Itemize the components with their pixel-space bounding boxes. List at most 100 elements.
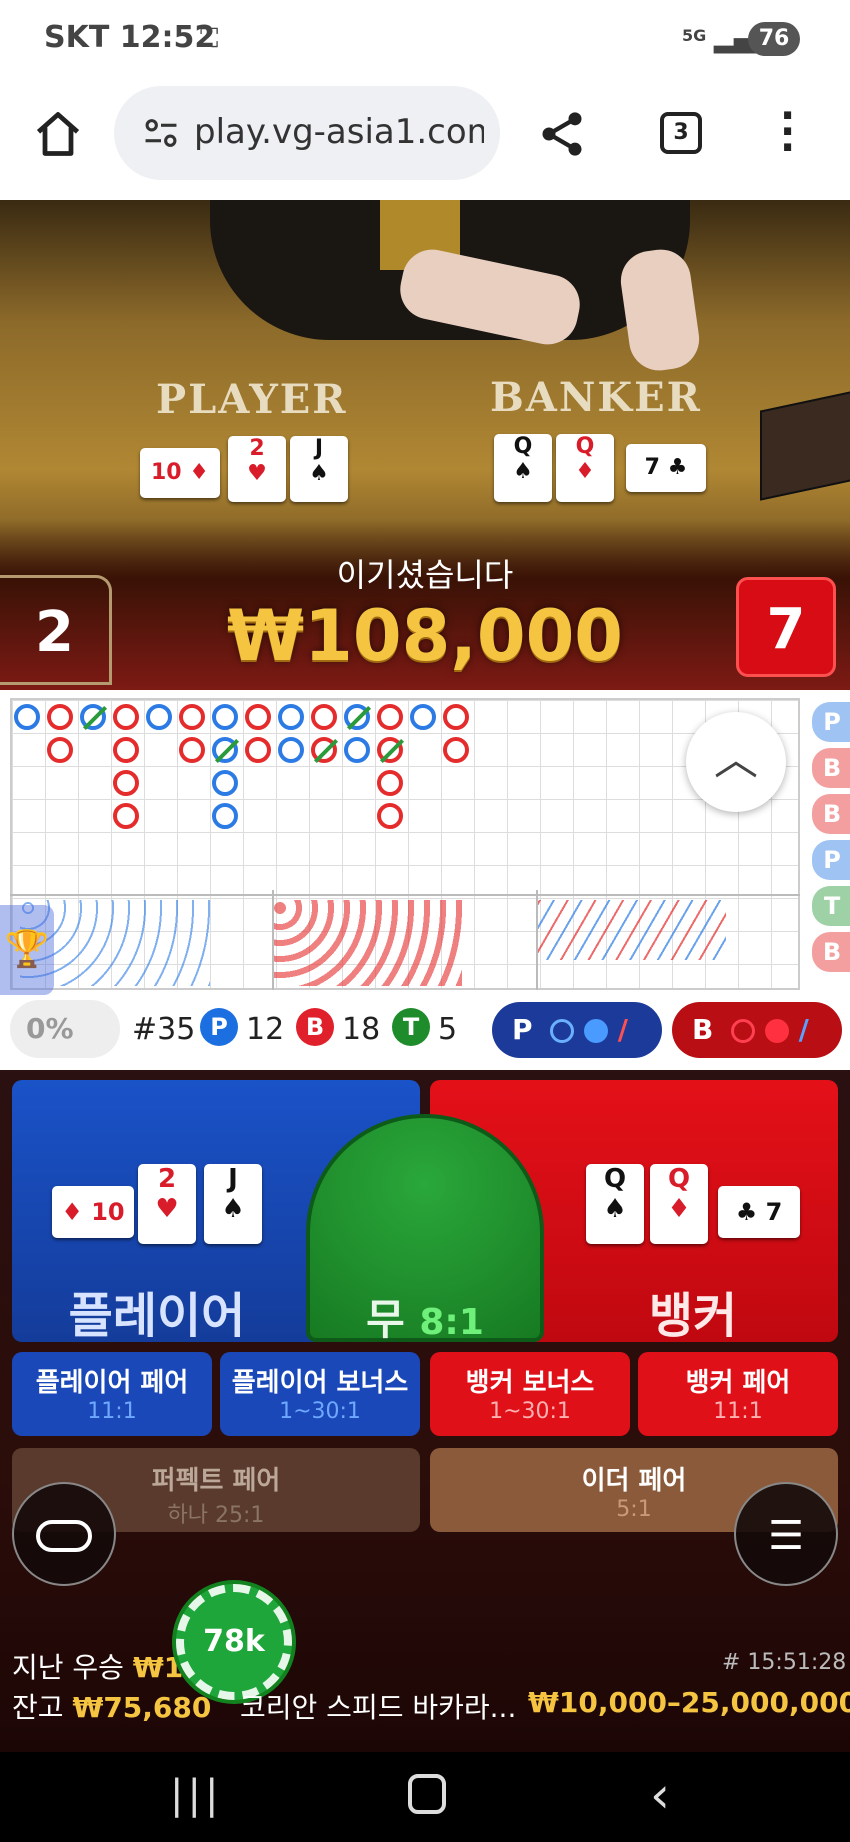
banker-score: 7 <box>736 577 836 677</box>
home-icon[interactable] <box>32 108 84 160</box>
bead-p <box>14 704 40 730</box>
table-name[interactable]: 코리안 스피드 바카라... <box>240 1686 516 1726</box>
chat-button[interactable] <box>12 1482 116 1586</box>
bead-b <box>377 770 403 796</box>
hamburger-icon: ☰ <box>768 1513 804 1559</box>
player-bet-label: 플레이어 <box>68 1288 246 1344</box>
bead-p <box>278 704 304 730</box>
tie-bet-spot[interactable]: 무 8:1 <box>306 1114 544 1344</box>
menu-button[interactable]: ☰ <box>734 1482 838 1586</box>
banker-bonus-bet[interactable]: 뱅커 보너스 1~30:1 <box>430 1352 630 1436</box>
round-number: #35 <box>132 1012 196 1047</box>
bead-b <box>311 704 337 730</box>
predict-slash-icon: / <box>798 1013 809 1046</box>
predict-dot-icon <box>764 1019 789 1043</box>
player-card-1: ♦ 10 <box>52 1186 134 1238</box>
side-label-b: B <box>812 748 850 788</box>
player-count: 12 <box>246 1012 285 1047</box>
roadmap-stats: 0% #35 P 12 B 18 T 5 P / B / <box>0 990 850 1060</box>
side-label-p: P <box>812 840 850 880</box>
small-road-3 <box>536 900 726 960</box>
share-icon[interactable] <box>536 108 588 160</box>
more-menu-icon[interactable]: · · · <box>780 96 795 168</box>
tab-switcher-button[interactable]: 3 <box>660 112 702 154</box>
bead-p <box>146 704 172 730</box>
browser-toolbar: play.vg-asia1.com 3 · · · <box>0 80 850 200</box>
home-nav-icon[interactable] <box>408 1774 446 1814</box>
bead-p <box>344 737 370 763</box>
bead-b <box>443 704 469 730</box>
bead-p <box>212 770 238 796</box>
predict-circle-icon <box>731 1019 756 1043</box>
betting-panel: ♦ 10 2 ♥ J ♠ 플레이어 Q ♠ Q ♦ ♣ 7 뱅커 무 8:1 플레이어 … <box>0 1070 850 1752</box>
bead-b <box>179 737 205 763</box>
last-win: 지난 우승 ₩1 <box>12 1651 184 1684</box>
bead-p <box>410 704 436 730</box>
trophy-icon[interactable]: 🏆 <box>0 905 54 995</box>
bead-b <box>113 704 139 730</box>
predict-slash-icon: / <box>617 1013 629 1046</box>
small-road-2 <box>272 900 462 986</box>
table-banker-card-1: Q ♠ <box>494 434 552 502</box>
player-bonus-bet[interactable]: 플레이어 보너스 1~30:1 <box>220 1352 420 1436</box>
roadmap-panel[interactable]: ︿ P B B P T B 🏆 0% #35 P 12 B 18 T 5 P /… <box>0 690 850 1070</box>
table-player-card-1: 10 ♦ <box>140 448 220 498</box>
bead-b <box>179 704 205 730</box>
banker-table-label: BANKER <box>490 374 702 421</box>
bead-p <box>278 737 304 763</box>
predict-player-button[interactable]: P / <box>492 1002 662 1058</box>
battery-indicator: 76 <box>748 22 800 56</box>
player-score: 2 <box>0 575 112 685</box>
back-icon[interactable]: ‹ <box>650 1766 670 1824</box>
site-settings-icon[interactable] <box>142 116 180 150</box>
predict-circle-icon <box>550 1019 575 1043</box>
bet-limits: ₩10,000–25,000,000 <box>528 1686 850 1719</box>
percent-indicator: 0% <box>10 1000 120 1058</box>
side-label-b: B <box>812 932 850 972</box>
screenshot-icon: ⛶ <box>200 24 219 54</box>
table-player-card-2: 2 ♥ <box>228 436 286 502</box>
chip-selector[interactable]: 78k <box>176 1584 292 1700</box>
bead-b <box>245 737 271 763</box>
side-label-p: P <box>812 702 850 742</box>
system-nav-bar: ||| ‹ <box>0 1752 850 1842</box>
banker-bet-label: 뱅커 <box>648 1288 738 1344</box>
bead-b <box>377 704 403 730</box>
predict-banker-button[interactable]: B / <box>672 1002 842 1058</box>
bead-b <box>377 803 403 829</box>
bead-p <box>212 704 238 730</box>
side-label-b: B <box>812 794 850 834</box>
table-banker-card-3: 7 ♣ <box>626 444 706 492</box>
url-text: play.vg-asia1.com <box>194 112 484 152</box>
banker-count: 18 <box>342 1012 381 1047</box>
win-amount: ₩108,000 <box>226 595 624 677</box>
table-player-card-3: J ♠ <box>290 436 348 502</box>
predict-dot-icon <box>584 1019 609 1043</box>
card-shoe <box>760 389 850 501</box>
banker-count-badge: B <box>296 1008 334 1046</box>
live-video: PLAYER BANKER 10 ♦ 2 ♥ J ♠ Q ♠ Q ♦ 7 ♣ 이기셨습니… <box>0 200 850 690</box>
bead-b <box>113 803 139 829</box>
recent-apps-icon[interactable]: ||| <box>170 1772 222 1818</box>
banker-card-1: Q ♠ <box>586 1164 644 1244</box>
bead-b <box>113 737 139 763</box>
side-label-t: T <box>812 886 850 926</box>
player-pair-bet[interactable]: 플레이어 페어 11:1 <box>12 1352 212 1436</box>
expand-roadmap-button[interactable]: ︿ <box>686 712 786 812</box>
balance: 잔고 ₩75,680 <box>12 1691 212 1724</box>
player-card-2: 2 ♥ <box>138 1164 196 1244</box>
network-label: 5G <box>682 26 707 45</box>
tie-count: 5 <box>438 1012 458 1047</box>
dealer-hand-right <box>616 245 704 375</box>
bead-b <box>47 704 73 730</box>
table-banker-card-2: Q ♦ <box>556 434 614 502</box>
bead-p <box>212 803 238 829</box>
url-bar[interactable]: play.vg-asia1.com <box>114 86 500 180</box>
tie-odds: 8:1 <box>419 1302 484 1343</box>
bead-b <box>113 770 139 796</box>
banker-card-3: ♣ 7 <box>718 1186 800 1238</box>
banker-pair-bet[interactable]: 뱅커 페어 11:1 <box>638 1352 838 1436</box>
banker-card-2: Q ♦ <box>650 1164 708 1244</box>
chat-icon <box>36 1520 92 1552</box>
tie-count-badge: T <box>392 1008 430 1046</box>
